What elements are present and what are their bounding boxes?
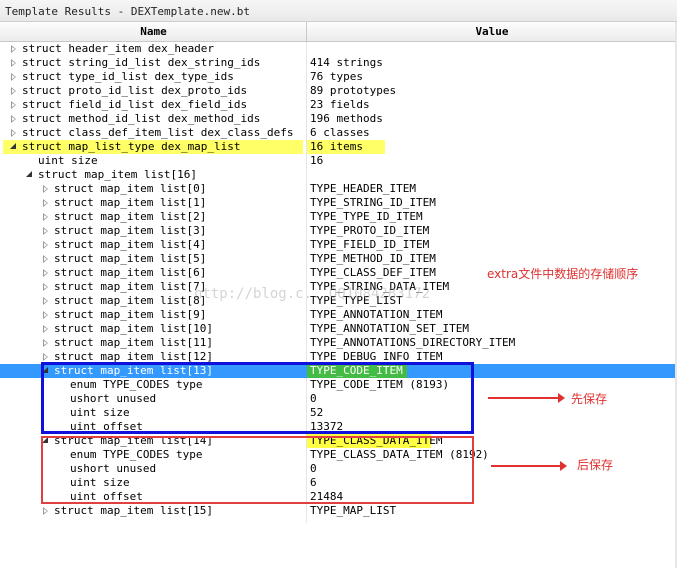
tree-row[interactable]: struct map_item list[8] TYPE_TYPE_LIST	[0, 294, 677, 308]
row-value: TYPE_MAP_LIST	[310, 504, 397, 517]
column-header-value[interactable]: Value	[307, 25, 677, 38]
tree-row[interactable]: struct proto_id_list dex_proto_ids 89 pro…	[0, 84, 677, 98]
row-value: TYPE_METHOD_ID_ITEM	[310, 252, 436, 265]
tree-row[interactable]: struct map_item list[7] TYPE_STRING_DATA_…	[0, 280, 677, 294]
row-name: struct field_id_list dex_field_ids	[22, 98, 248, 111]
column-header: Name Value	[0, 22, 677, 42]
row-name: struct map_item list[15]	[54, 504, 213, 517]
collapsed-triangle-icon[interactable]	[9, 42, 19, 56]
blue-annotation-box	[41, 362, 474, 434]
annotation-storage-order: extra文件中数据的存储顺序	[487, 267, 639, 281]
row-value: 414 strings	[310, 56, 383, 69]
row-value: 6 classes	[310, 126, 370, 139]
row-name: uint size	[38, 154, 98, 167]
row-name: struct map_item list[6]	[54, 266, 207, 279]
collapsed-triangle-icon[interactable]	[41, 252, 51, 266]
row-name: struct map_item list[11]	[54, 336, 213, 349]
row-value: TYPE_ANNOTATION_ITEM	[310, 308, 443, 321]
tree-row[interactable]: struct map_list_type dex_map_list 16 item…	[0, 140, 677, 154]
row-value: TYPE_ANNOTATION_SET_ITEM	[310, 322, 469, 335]
row-name: struct map_list_type dex_map_list	[22, 140, 241, 153]
row-name: struct map_item list[8]	[54, 294, 207, 307]
row-name: struct map_item list[0]	[54, 182, 207, 195]
row-value: TYPE_ANNOTATIONS_DIRECTORY_ITEM	[310, 336, 516, 349]
row-value: 196 methods	[310, 112, 383, 125]
row-value: TYPE_TYPE_ID_ITEM	[310, 210, 423, 223]
row-value: 16	[310, 154, 324, 167]
expanded-triangle-icon[interactable]	[9, 140, 19, 154]
window-title: Template Results - DEXTemplate.new.bt	[0, 0, 677, 22]
tree-row[interactable]: struct map_item list[10] TYPE_ANNOTATION_…	[0, 322, 677, 336]
row-name: struct proto_id_list dex_proto_ids	[22, 84, 248, 97]
collapsed-triangle-icon[interactable]	[9, 112, 19, 126]
collapsed-triangle-icon[interactable]	[41, 224, 51, 238]
annotation-later-saved: 后保存	[577, 458, 614, 472]
collapsed-triangle-icon[interactable]	[9, 126, 19, 140]
row-value: TYPE_STRING_ID_ITEM	[310, 196, 436, 209]
collapsed-triangle-icon[interactable]	[41, 196, 51, 210]
row-value: TYPE_FIELD_ID_ITEM	[310, 238, 430, 251]
column-header-name[interactable]: Name	[0, 25, 307, 38]
red-annotation-box	[41, 436, 474, 504]
collapsed-triangle-icon[interactable]	[9, 84, 19, 98]
row-name: struct map_item list[3]	[54, 224, 207, 237]
row-value: 16 items	[310, 140, 363, 153]
row-value: 23 fields	[310, 98, 370, 111]
tree-row[interactable]: struct map_item list[4] TYPE_FIELD_ID_ITE…	[0, 238, 677, 252]
tree-row[interactable]: struct string_id_list dex_string_ids 414 …	[0, 56, 677, 70]
row-value: TYPE_STRING_DATA_ITEM	[310, 280, 450, 293]
row-name: struct map_item list[9]	[54, 308, 207, 321]
collapsed-triangle-icon[interactable]	[9, 56, 19, 70]
tree-row[interactable]: struct type_id_list dex_type_ids 76 types	[0, 70, 677, 84]
row-value: TYPE_HEADER_ITEM	[310, 182, 416, 195]
row-value: 76 types	[310, 70, 363, 83]
row-name: struct method_id_list dex_method_ids	[22, 112, 261, 125]
row-name: struct map_item list[2]	[54, 210, 207, 223]
tree-row[interactable]: struct header_item dex_header	[0, 42, 677, 56]
collapsed-triangle-icon[interactable]	[41, 266, 51, 280]
tree-row[interactable]: struct map_item list[2] TYPE_TYPE_ID_ITEM	[0, 210, 677, 224]
tree-row[interactable]: uint size 16	[0, 154, 677, 168]
annotation-first-saved: 先保存	[571, 392, 608, 406]
tree-row[interactable]: struct class_def_item_list dex_class_def…	[0, 126, 677, 140]
tree-row[interactable]: struct map_item list[1] TYPE_STRING_ID_IT…	[0, 196, 677, 210]
row-value: TYPE_PROTO_ID_ITEM	[310, 224, 430, 237]
row-name: struct header_item dex_header	[22, 42, 215, 55]
collapsed-triangle-icon[interactable]	[41, 308, 51, 322]
tree-row[interactable]: struct map_item list[16]	[0, 168, 677, 182]
row-value: TYPE_CLASS_DEF_ITEM	[310, 266, 436, 279]
row-value: TYPE_TYPE_LIST	[310, 294, 403, 307]
tree-row[interactable]: struct map_item list[3] TYPE_PROTO_ID_ITE…	[0, 224, 677, 238]
collapsed-triangle-icon[interactable]	[41, 280, 51, 294]
row-name: struct string_id_list dex_string_ids	[22, 56, 261, 69]
collapsed-triangle-icon[interactable]	[41, 294, 51, 308]
tree-row[interactable]: struct map_item list[11] TYPE_ANNOTATIONS…	[0, 336, 677, 350]
tree-row[interactable]: struct map_item list[9] TYPE_ANNOTATION_I…	[0, 308, 677, 322]
row-name: struct map_item list[16]	[38, 168, 197, 181]
row-name: struct type_id_list dex_type_ids	[22, 70, 234, 83]
tree-row[interactable]: struct map_item list[5] TYPE_METHOD_ID_IT…	[0, 252, 677, 266]
collapsed-triangle-icon[interactable]	[41, 210, 51, 224]
collapsed-triangle-icon[interactable]	[41, 182, 51, 196]
row-name: struct map_item list[7]	[54, 280, 207, 293]
row-name: struct map_item list[1]	[54, 196, 207, 209]
collapsed-triangle-icon[interactable]	[9, 70, 19, 84]
collapsed-triangle-icon[interactable]	[41, 504, 51, 518]
arrow-first-saved-icon	[488, 393, 565, 403]
row-name: struct map_item list[4]	[54, 238, 207, 251]
expanded-triangle-icon[interactable]	[25, 168, 35, 182]
arrow-later-saved-icon	[491, 461, 567, 471]
tree-row[interactable]: struct field_id_list dex_field_ids 23 fie…	[0, 98, 677, 112]
tree-row[interactable]: struct map_item list[0] TYPE_HEADER_ITEM	[0, 182, 677, 196]
tree-row[interactable]: struct method_id_list dex_method_ids 196 …	[0, 112, 677, 126]
row-name: struct map_item list[10]	[54, 322, 213, 335]
collapsed-triangle-icon[interactable]	[41, 238, 51, 252]
collapsed-triangle-icon[interactable]	[9, 98, 19, 112]
collapsed-triangle-icon[interactable]	[41, 336, 51, 350]
row-name: struct class_def_item_list dex_class_def…	[22, 126, 294, 139]
row-value: 89 prototypes	[310, 84, 397, 97]
collapsed-triangle-icon[interactable]	[41, 322, 51, 336]
row-name: struct map_item list[5]	[54, 252, 207, 265]
tree-row[interactable]: struct map_item list[15] TYPE_MAP_LIST	[0, 504, 677, 518]
